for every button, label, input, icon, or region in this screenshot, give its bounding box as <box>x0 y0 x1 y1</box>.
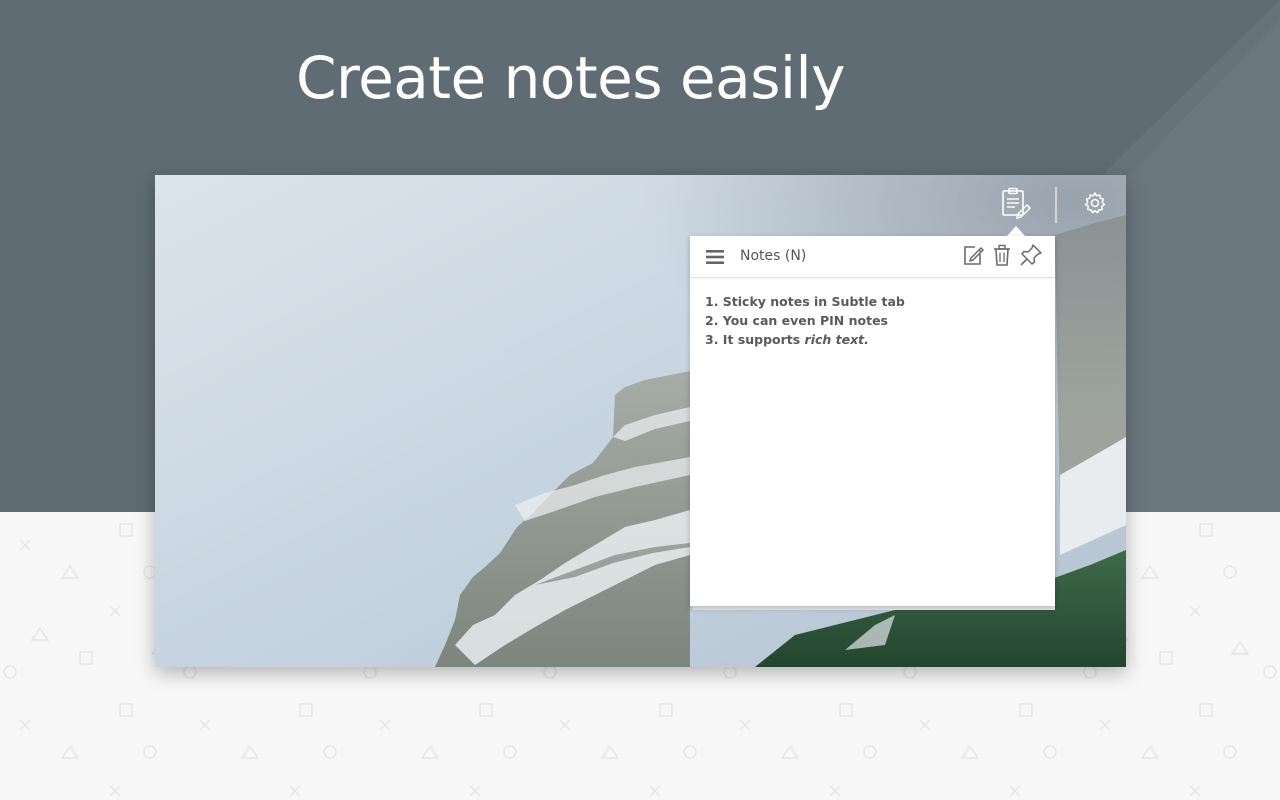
settings-button[interactable] <box>1083 191 1107 215</box>
new-tab-screenshot: Notes (N) 1. Sticky notes in Subtle tab … <box>155 175 1126 667</box>
note-editor[interactable]: 1. Sticky notes in Subtle tab 2. You can… <box>690 278 1055 349</box>
gear-icon <box>1084 192 1106 214</box>
note-line-3: 3. It supports rich text. <box>705 330 1040 349</box>
note-line-3-prefix: 3. It supports <box>705 332 805 347</box>
popover-caret <box>1007 226 1025 236</box>
clipboard-pencil-icon <box>1002 187 1032 220</box>
note-line-1: 1. Sticky notes in Subtle tab <box>705 294 905 309</box>
headline: Create notes easily <box>296 44 845 112</box>
notes-title: Notes (N) <box>740 248 807 264</box>
notes-panel: Notes (N) 1. Sticky notes in Subtle tab … <box>690 236 1055 606</box>
new-note-button[interactable] <box>961 243 985 267</box>
new-note-icon <box>964 246 985 265</box>
note-line-3-italic: rich text. <box>804 332 869 347</box>
top-toolbar <box>155 175 1126 235</box>
notes-header: Notes (N) <box>690 236 1055 278</box>
pin-note-button[interactable] <box>1019 243 1043 267</box>
notes-toggle-button[interactable] <box>1001 187 1032 220</box>
trash-icon <box>994 244 1010 266</box>
toolbar-divider <box>1055 187 1057 223</box>
note-line-2: 2. You can even PIN notes <box>705 313 888 328</box>
delete-note-button[interactable] <box>990 243 1014 267</box>
pin-icon <box>1020 244 1042 266</box>
menu-button[interactable] <box>704 247 726 267</box>
menu-icon <box>706 250 724 264</box>
